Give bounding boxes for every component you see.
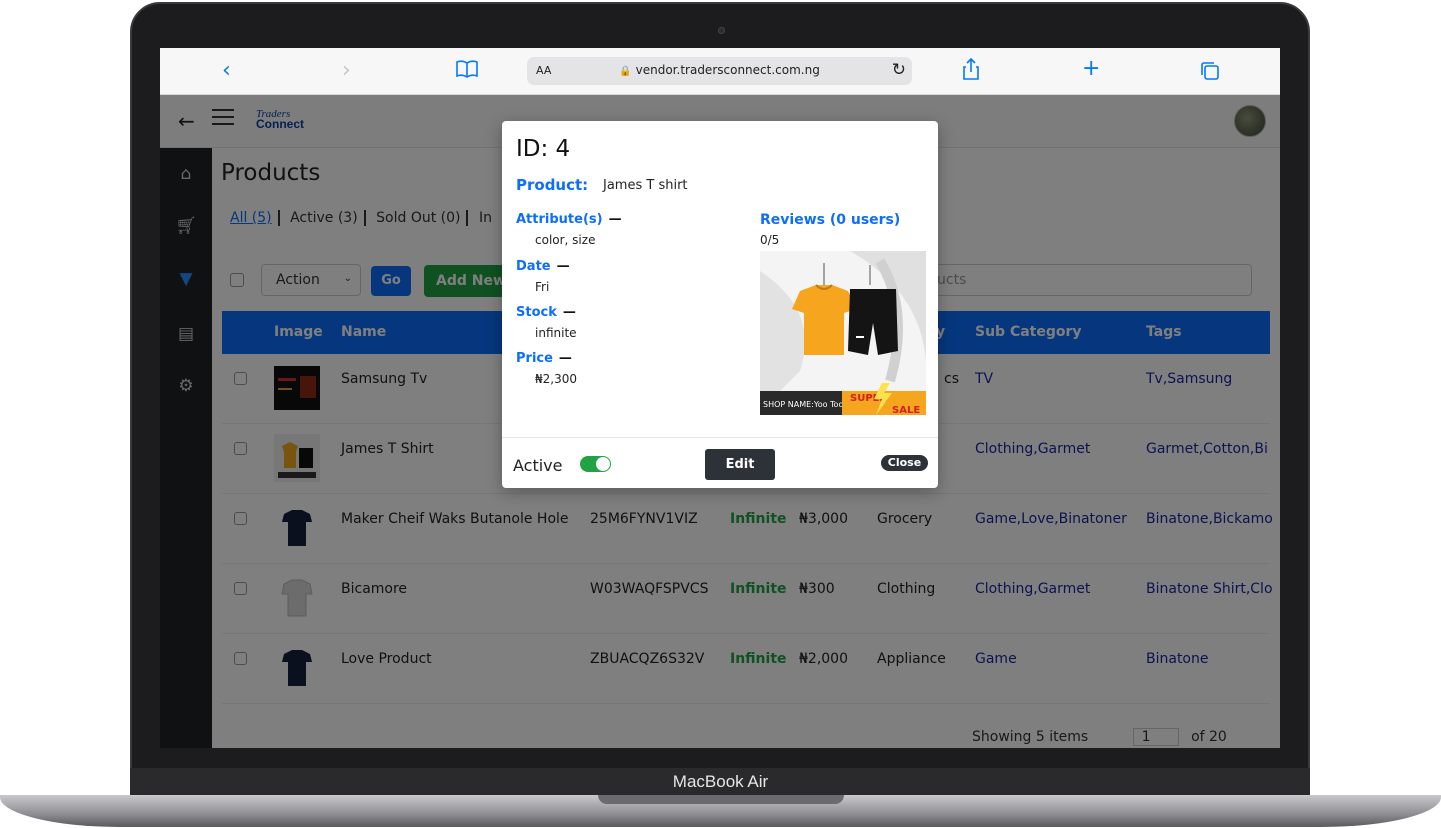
- url-text: vendor.tradersconnect.com.ng: [635, 63, 820, 77]
- product-value: James T shirt: [603, 178, 688, 193]
- address-bar[interactable]: AA 🔒 vendor.tradersconnect.com.ng ↻: [527, 57, 912, 85]
- stock-label: Stock —: [516, 305, 576, 320]
- product-id: ID: 4: [516, 136, 571, 162]
- image-caption: SHOP NAME:Yoo Too: [763, 400, 843, 409]
- lock-icon: 🔒: [619, 66, 632, 77]
- close-button[interactable]: Close: [881, 455, 928, 471]
- new-tab-icon[interactable]: +: [1082, 56, 1100, 82]
- active-toggle[interactable]: [580, 456, 611, 472]
- attributes-value: color, size: [535, 233, 596, 247]
- price-label: Price —: [516, 351, 572, 366]
- product-label: Product:: [516, 176, 589, 194]
- laptop-base: MacBook Air: [0, 768, 1441, 828]
- stock-value: infinite: [535, 326, 577, 340]
- bookmarks-icon[interactable]: [456, 59, 478, 85]
- tabs-icon[interactable]: [1200, 61, 1220, 88]
- date-label: Date —: [516, 259, 570, 274]
- product-image: SHOP NAME:Yoo Too SUPER SALE: [760, 251, 926, 415]
- attributes-label: Attribute(s) —: [516, 212, 622, 227]
- reviews-label[interactable]: Reviews (0 users): [760, 212, 900, 228]
- rating-value: 0/5: [760, 233, 780, 247]
- share-icon[interactable]: [962, 57, 980, 87]
- forward-icon[interactable]: ›: [342, 58, 351, 84]
- modal-footer: Active Edit Close: [502, 437, 938, 488]
- camera: [718, 27, 725, 34]
- product-detail-modal: ID: 4 Product: James T shirt Attribute(s…: [502, 121, 938, 488]
- active-label: Active: [513, 456, 563, 475]
- screen: ‹ › AA 🔒 vendor.tradersconnect.com.ng ↻ +…: [160, 48, 1280, 748]
- edit-button[interactable]: Edit: [705, 449, 775, 480]
- price-value: ₦2,300: [535, 372, 577, 386]
- back-icon[interactable]: ‹: [222, 58, 231, 84]
- reload-icon[interactable]: ↻: [892, 60, 906, 80]
- browser-toolbar: ‹ › AA 🔒 vendor.tradersconnect.com.ng ↻ +: [160, 48, 1280, 95]
- image-badge-sale: SALE: [892, 405, 920, 415]
- device-brand: MacBook Air: [672, 772, 769, 791]
- date-value: Fri: [535, 280, 550, 294]
